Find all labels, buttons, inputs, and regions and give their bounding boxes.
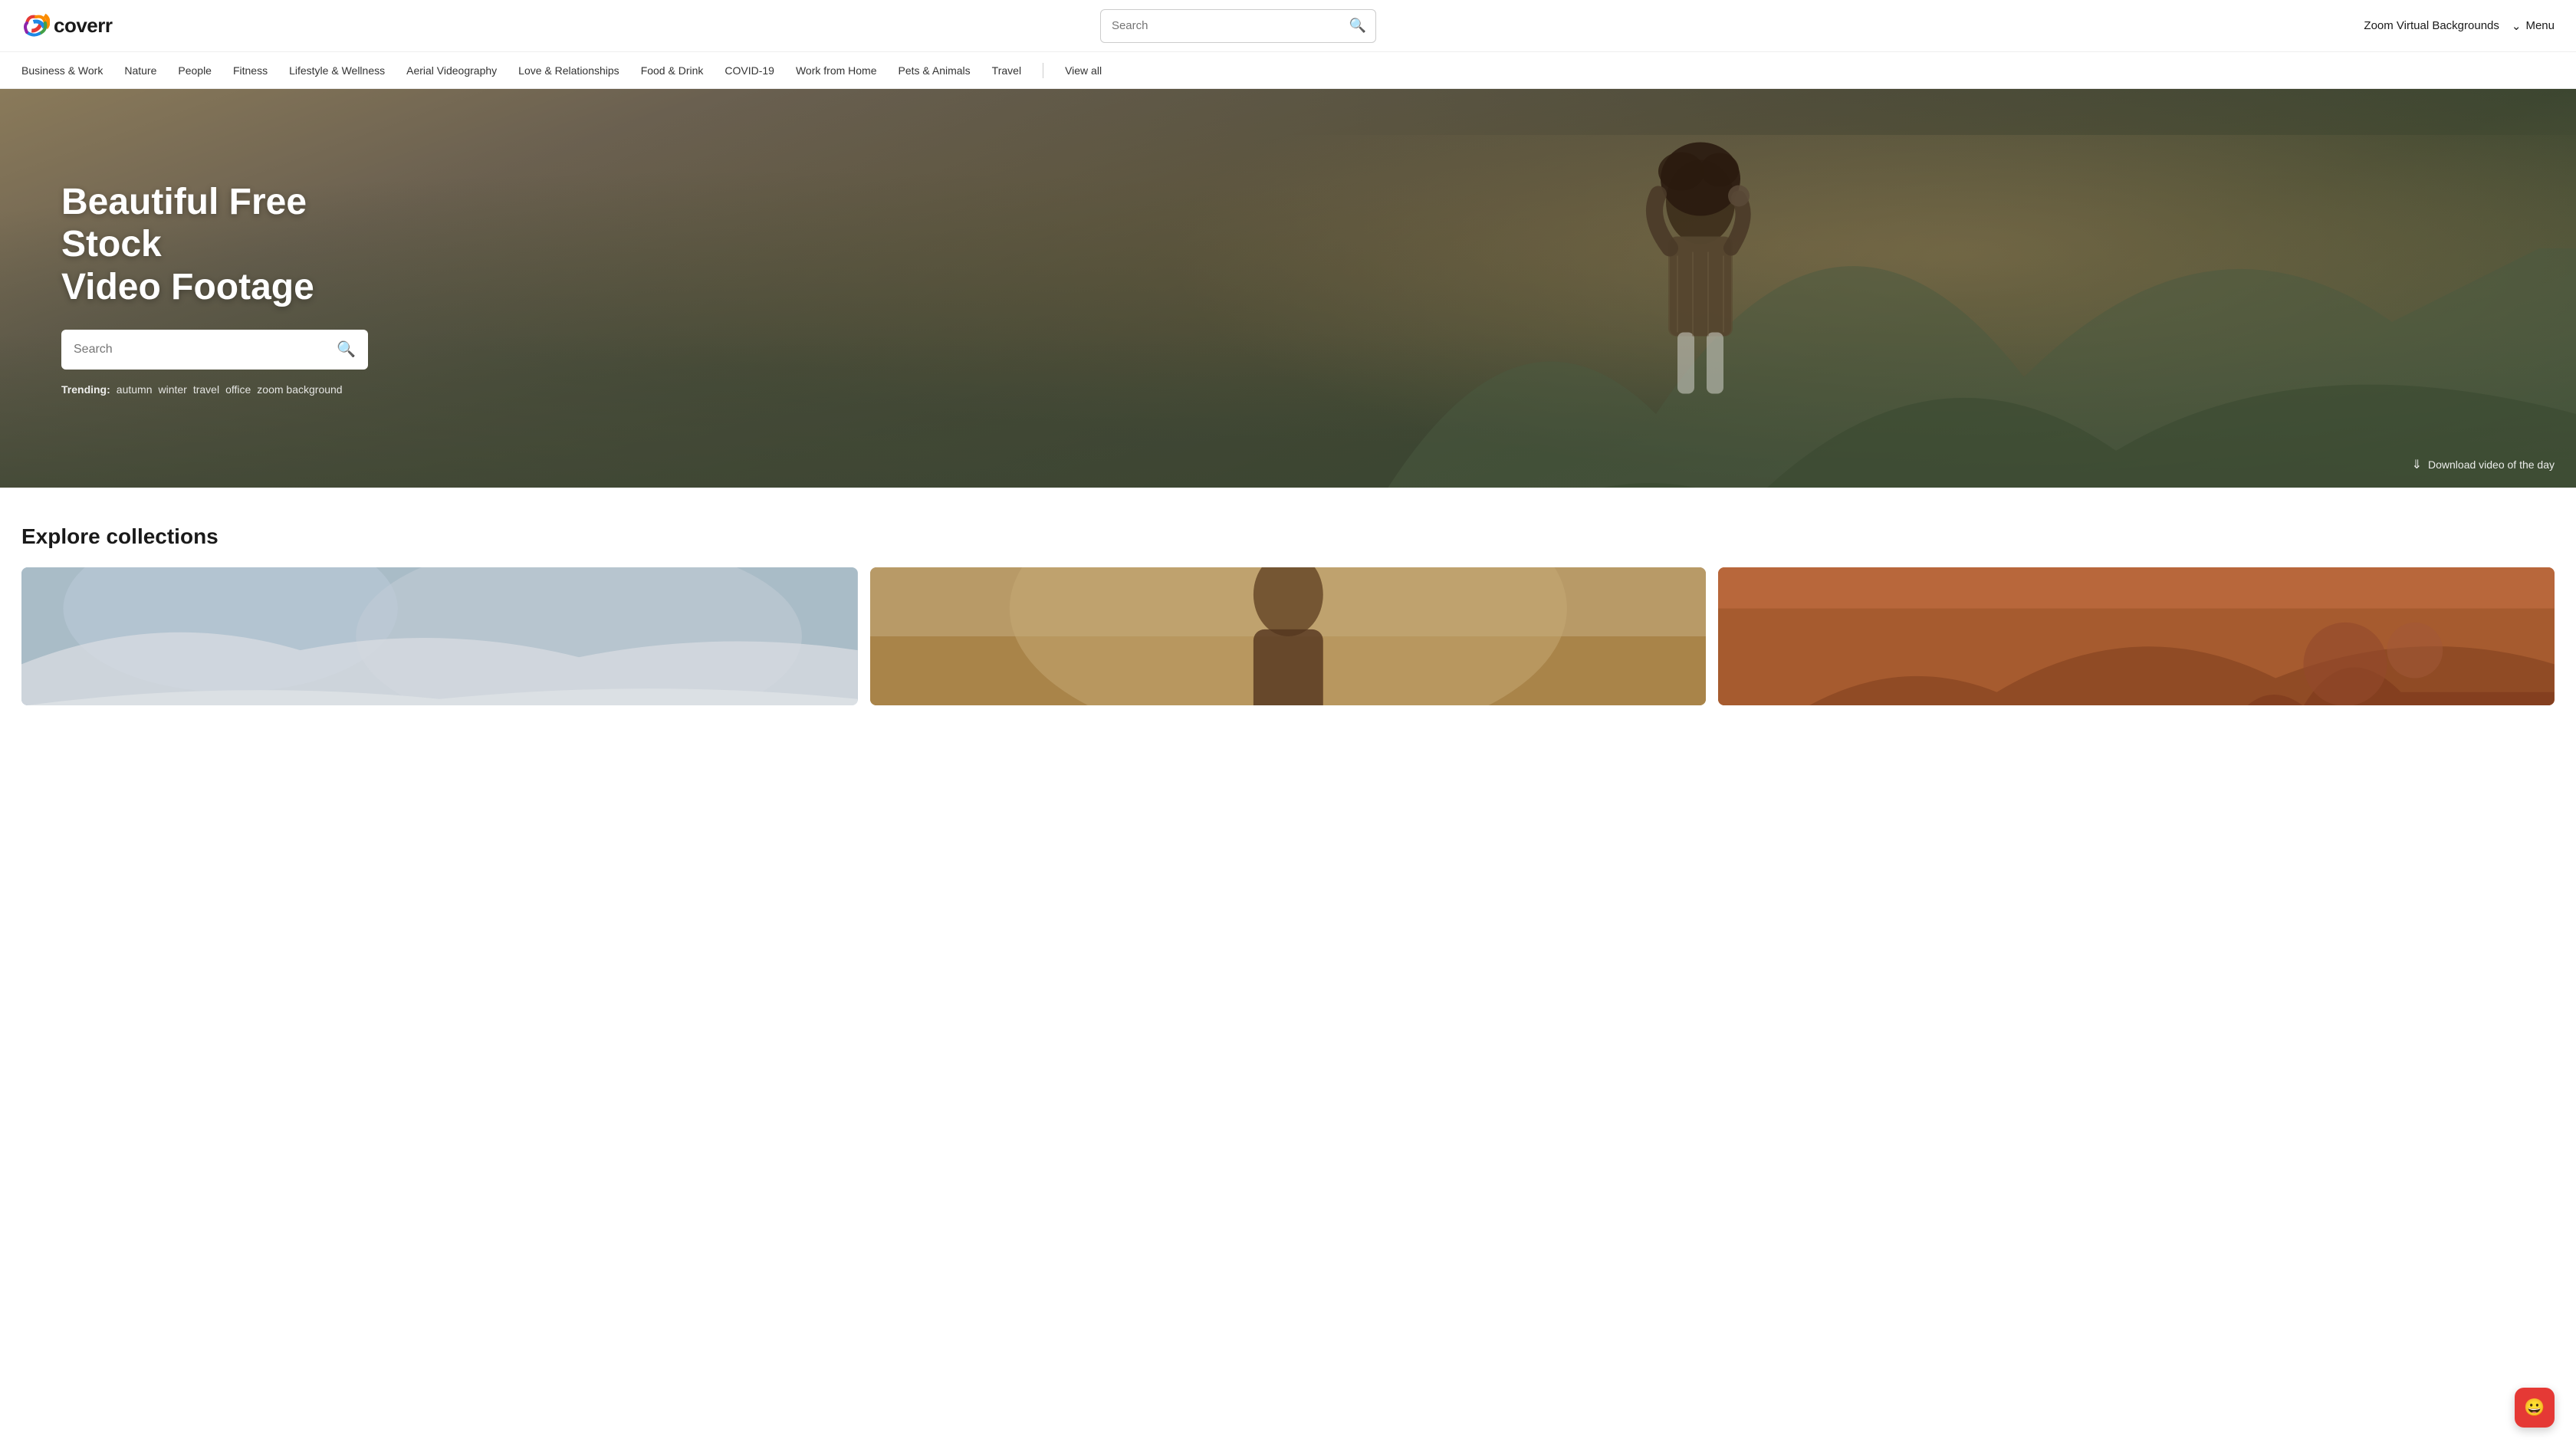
logo-text: coverr	[54, 14, 113, 38]
chat-icon: 😀	[2524, 1398, 2545, 1418]
collection-card-people[interactable]	[870, 567, 1707, 705]
download-icon: ⇓	[2412, 457, 2422, 472]
download-video-day[interactable]: ⇓ Download video of the day	[2412, 457, 2555, 472]
logo-icon	[21, 12, 51, 41]
collection-card-snow[interactable]	[21, 567, 858, 705]
nav-item-lifestyle[interactable]: Lifestyle & Wellness	[289, 64, 385, 77]
hero-search-bar: 🔍	[61, 330, 368, 370]
trending-item-office[interactable]: office	[225, 383, 251, 396]
nav-item-business[interactable]: Business & Work	[21, 64, 103, 77]
header-right: Zoom Virtual Backgrounds ⌄ Menu	[2364, 19, 2555, 33]
logo[interactable]: coverr	[21, 12, 113, 41]
trending-item-zoom[interactable]: zoom background	[257, 383, 342, 396]
hero-landscape	[1288, 248, 2576, 488]
trending-item-autumn[interactable]: autumn	[117, 383, 153, 396]
hero-figure	[1616, 141, 1785, 436]
header-search-container: 🔍	[1100, 9, 1376, 43]
header-search-button[interactable]: 🔍	[1340, 18, 1375, 34]
nav-item-pets[interactable]: Pets & Animals	[899, 64, 971, 77]
trending-section: Trending: autumn winter travel office zo…	[61, 383, 368, 396]
nav-item-covid[interactable]: COVID-19	[724, 64, 774, 77]
nav-item-nature[interactable]: Nature	[124, 64, 156, 77]
trending-item-travel[interactable]: travel	[193, 383, 219, 396]
nav-item-aerial[interactable]: Aerial Videography	[406, 64, 497, 77]
collections-grid	[21, 567, 2555, 705]
hero-title: Beautiful Free Stock Video Footage	[61, 181, 368, 308]
hero-section: Beautiful Free Stock Video Footage 🔍 Tre…	[0, 89, 2576, 488]
nav-item-food[interactable]: Food & Drink	[641, 64, 704, 77]
chat-button[interactable]: 😀	[2515, 1388, 2555, 1428]
nav-view-all[interactable]: View all	[1065, 64, 1102, 77]
main-nav: Business & Work Nature People Fitness Li…	[0, 52, 2576, 89]
nav-item-fitness[interactable]: Fitness	[233, 64, 268, 77]
search-icon: 🔍	[337, 341, 356, 358]
search-icon: 🔍	[1349, 18, 1366, 33]
nav-item-travel[interactable]: Travel	[992, 64, 1021, 77]
header: coverr 🔍 Zoom Virtual Backgrounds ⌄ Menu	[0, 0, 2576, 52]
zoom-bg-link[interactable]: Zoom Virtual Backgrounds	[2364, 19, 2499, 32]
chevron-down-icon: ⌄	[2512, 19, 2522, 33]
trending-label: Trending:	[61, 383, 110, 396]
collections-title: Explore collections	[21, 524, 2555, 549]
nav-item-love[interactable]: Love & Relationships	[518, 64, 619, 77]
hero-search-button[interactable]: 🔍	[324, 340, 368, 359]
collections-section: Explore collections	[0, 488, 2576, 730]
collection-card-desert[interactable]	[1718, 567, 2555, 705]
trending-item-winter[interactable]: winter	[158, 383, 186, 396]
hero-search-input[interactable]	[61, 343, 324, 356]
nav-item-work[interactable]: Work from Home	[796, 64, 877, 77]
header-search-input[interactable]	[1101, 19, 1340, 32]
nav-item-people[interactable]: People	[178, 64, 212, 77]
hero-content: Beautiful Free Stock Video Footage 🔍 Tre…	[0, 181, 429, 396]
menu-button[interactable]: ⌄ Menu	[2512, 19, 2555, 33]
